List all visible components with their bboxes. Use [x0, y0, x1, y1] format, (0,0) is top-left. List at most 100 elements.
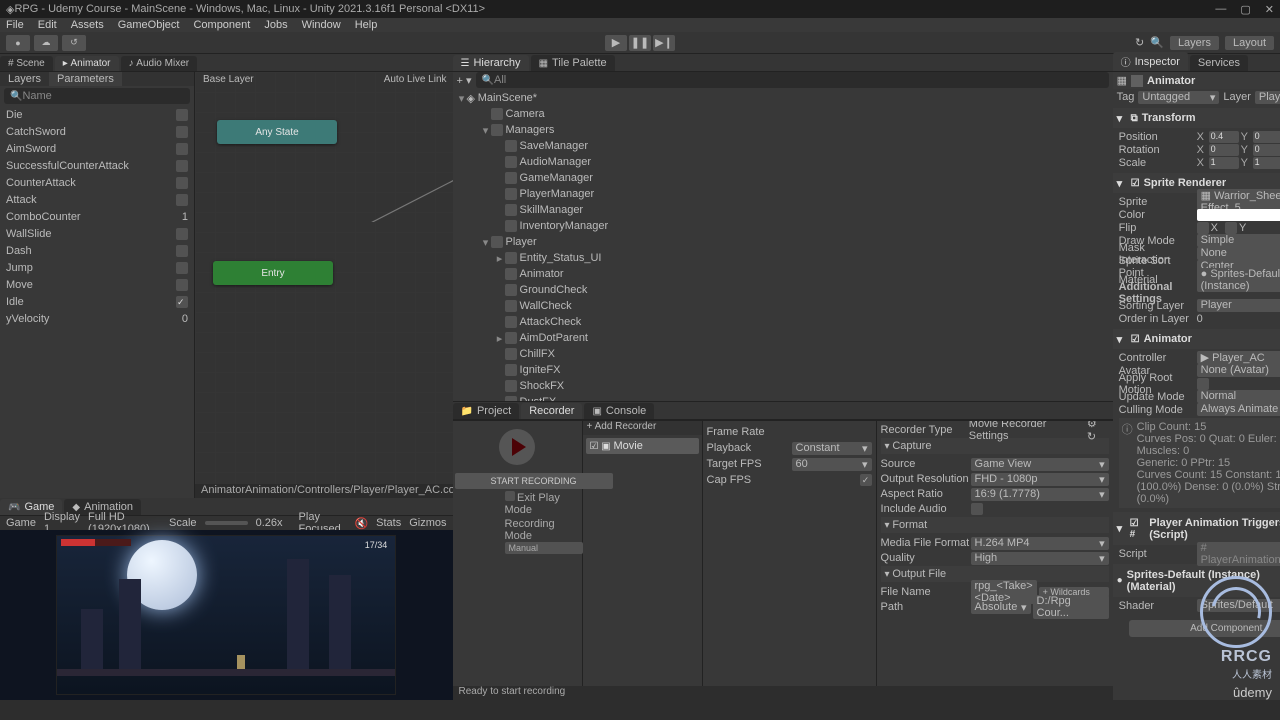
param-yvelocity[interactable]: yVelocity0 — [0, 310, 194, 327]
stats-toggle[interactable]: Stats — [376, 517, 401, 529]
menu-help[interactable]: Help — [355, 19, 378, 31]
draw-mode-dropdown[interactable]: Simple▾ — [1197, 234, 1280, 247]
hierarchy-item-inventorymanager[interactable]: InventoryManager — [453, 218, 1113, 234]
add-recorder-button[interactable]: + Add Recorder — [583, 421, 702, 435]
pos-y-input[interactable]: 0 — [1253, 131, 1280, 143]
rot-y-input[interactable]: 0 — [1253, 144, 1280, 156]
output-resolution-dropdown[interactable]: FHD - 1080p▾ — [971, 473, 1109, 486]
tab-console[interactable]: ▣ Console — [584, 403, 654, 419]
scl-x-input[interactable]: 1 — [1209, 157, 1239, 169]
param-catchsword[interactable]: CatchSword — [0, 123, 194, 140]
scl-y-input[interactable]: 1 — [1253, 157, 1280, 169]
parameters-subtab[interactable]: Parameters — [49, 72, 122, 86]
hierarchy-item-playermanager[interactable]: PlayerManager — [453, 186, 1113, 202]
tab-animator[interactable]: ▸ Animator — [55, 56, 119, 71]
update-mode-dropdown[interactable]: Normal▾ — [1197, 390, 1280, 403]
layout-dropdown[interactable]: Layout — [1225, 36, 1274, 50]
transform-component-header[interactable]: ▾⧉ Transform？ ⋮ — [1113, 108, 1280, 128]
state-entry[interactable]: Entry — [213, 261, 333, 285]
recorder-entry-movie[interactable]: ☑ ▣ Movie — [586, 438, 699, 454]
layers-subtab[interactable]: Layers — [0, 72, 49, 86]
parameter-search-input[interactable]: 🔍 Name — [4, 88, 190, 104]
hierarchy-scene-root[interactable]: ▾◈ MainScene* — [453, 90, 1113, 106]
undo-history-icon[interactable]: ↻ — [1135, 36, 1144, 49]
root-motion-checkbox[interactable] — [1197, 378, 1209, 390]
target-fps-dropdown[interactable]: 60▾ — [792, 458, 872, 471]
hierarchy-item-aimdotparent[interactable]: ▸AimDotParent — [453, 330, 1113, 346]
path-input[interactable]: D:/Rpg Cour... — [1033, 595, 1109, 619]
format-section-header[interactable]: ▾ Format — [881, 517, 1109, 533]
recording-mode-dropdown[interactable]: Manual — [505, 542, 583, 554]
tab-audio-mixer[interactable]: ♪ Audio Mixer — [121, 56, 198, 71]
game-view[interactable]: 17/34 — [0, 530, 453, 700]
param-counterattack[interactable]: CounterAttack — [0, 174, 194, 191]
scale-slider[interactable] — [205, 521, 248, 525]
avatar-field[interactable]: None (Avatar)⊙ — [1197, 364, 1280, 377]
hierarchy-item-groundcheck[interactable]: GroundCheck — [453, 282, 1113, 298]
hierarchy-item-savemanager[interactable]: SaveManager — [453, 138, 1113, 154]
param-dash[interactable]: Dash — [0, 242, 194, 259]
hierarchy-item-attackcheck[interactable]: AttackCheck — [453, 314, 1113, 330]
param-successfulcounterattack[interactable]: SuccessfulCounterAttack — [0, 157, 194, 174]
culling-mode-dropdown[interactable]: Always Animate▾ — [1197, 403, 1280, 416]
hierarchy-item-gamemanager[interactable]: GameManager — [453, 170, 1113, 186]
rot-x-input[interactable]: 0 — [1209, 144, 1239, 156]
hierarchy-item-shockfx[interactable]: ShockFX — [453, 378, 1113, 394]
menu-assets[interactable]: Assets — [71, 19, 104, 31]
gizmos-toggle[interactable]: Gizmos — [409, 517, 446, 529]
color-swatch[interactable] — [1197, 209, 1280, 221]
hierarchy-item-ignitefx[interactable]: IgniteFX — [453, 362, 1113, 378]
tag-dropdown[interactable]: Untagged▾ — [1138, 91, 1219, 104]
search-icon[interactable]: 🔍 — [1150, 36, 1164, 49]
layer-dropdown[interactable]: Player▾ — [1255, 91, 1280, 104]
hierarchy-item-entity-status-ui[interactable]: ▸Entity_Status_UI — [453, 250, 1113, 266]
maximize-icon[interactable]: ▢ — [1240, 3, 1250, 16]
cloud-button[interactable]: ☁ — [34, 35, 58, 51]
gameobject-active-checkbox[interactable] — [1131, 75, 1143, 87]
include-audio-checkbox[interactable] — [971, 503, 983, 515]
tab-tile-palette[interactable]: ▦ Tile Palette — [531, 55, 615, 71]
media-format-dropdown[interactable]: H.264 MP4▾ — [971, 537, 1109, 550]
hierarchy-item-player[interactable]: ▾Player — [453, 234, 1113, 250]
tab-hierarchy[interactable]: ☰ Hierarchy — [453, 55, 529, 71]
param-jump[interactable]: Jump — [0, 259, 194, 276]
controller-field[interactable]: ▶ Player_AC⊙ — [1197, 351, 1280, 364]
hierarchy-item-chillfx[interactable]: ChillFX — [453, 346, 1113, 362]
path-type-dropdown[interactable]: Absolute▾ — [971, 601, 1031, 614]
tab-project[interactable]: 📁 Project — [453, 403, 520, 419]
aspect-ratio-dropdown[interactable]: 16:9 (1.7778)▾ — [971, 488, 1109, 501]
param-die[interactable]: Die — [0, 106, 194, 123]
hierarchy-item-managers[interactable]: ▾Managers — [453, 122, 1113, 138]
param-combocounter[interactable]: ComboCounter1 — [0, 208, 194, 225]
quality-dropdown[interactable]: High▾ — [971, 552, 1109, 565]
menu-jobs[interactable]: Jobs — [264, 19, 287, 31]
hierarchy-item-camera[interactable]: Camera — [453, 106, 1113, 122]
order-in-layer-input[interactable]: 0 — [1197, 313, 1280, 325]
playback-dropdown[interactable]: Constant▾ — [792, 442, 872, 455]
hierarchy-item-dustfx[interactable]: DustFX — [453, 394, 1113, 401]
animator-component-header[interactable]: ▾☑ Animator？ ⋮ — [1113, 329, 1280, 349]
param-aimsword[interactable]: AimSword — [0, 140, 194, 157]
recorder-play-button[interactable] — [499, 429, 535, 465]
layers-dropdown[interactable]: Layers — [1170, 36, 1219, 50]
cap-fps-checkbox[interactable]: ✓ — [860, 474, 872, 486]
menu-component[interactable]: Component — [193, 19, 250, 31]
sorting-layer-dropdown[interactable]: Player▾ — [1197, 299, 1280, 312]
account-button[interactable]: ● — [6, 35, 30, 51]
material-field[interactable]: ● Sprites-Default (Instance)⊙ — [1197, 268, 1280, 292]
param-wallslide[interactable]: WallSlide — [0, 225, 194, 242]
hierarchy-add-button[interactable]: + ▾ — [457, 74, 472, 87]
hierarchy-item-audiomanager[interactable]: AudioManager — [453, 154, 1113, 170]
minimize-icon[interactable]: — — [1215, 3, 1226, 16]
close-icon[interactable]: ✕ — [1265, 3, 1274, 16]
step-button[interactable]: ▶❙ — [653, 35, 675, 51]
tab-recorder[interactable]: Recorder — [521, 403, 582, 419]
pause-button[interactable]: ❚❚ — [629, 35, 651, 51]
param-attack[interactable]: Attack — [0, 191, 194, 208]
param-idle[interactable]: Idle — [0, 293, 194, 310]
menu-window[interactable]: Window — [302, 19, 341, 31]
hierarchy-item-animator[interactable]: Animator — [453, 266, 1113, 282]
hierarchy-item-wallcheck[interactable]: WallCheck — [453, 298, 1113, 314]
pos-x-input[interactable]: 0.4 — [1209, 131, 1239, 143]
menu-gameobject[interactable]: GameObject — [118, 19, 180, 31]
